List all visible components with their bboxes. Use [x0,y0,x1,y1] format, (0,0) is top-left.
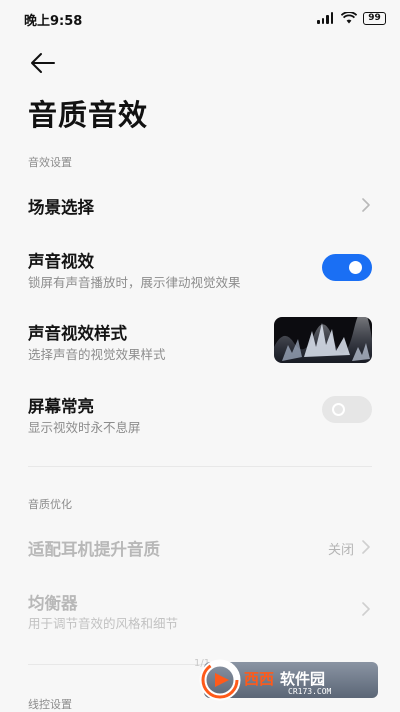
screen-on-title: 屏幕常亮 [28,397,94,416]
scene-select-row[interactable]: 场景选择 [0,180,400,232]
watermark-brand: 西西 [244,670,275,688]
sound-visual-subtitle: 锁屏有声音播放时，展示律动视觉效果 [28,275,241,290]
status-icons: 99 [317,10,386,26]
signal-icon [317,12,335,24]
wifi-icon [341,12,357,24]
visual-effect-preview-image[interactable] [274,317,372,363]
sound-visual-style-row[interactable]: 声音视效样式 选择声音的视觉效果样式 [0,312,400,372]
watermark-url: CR173.COM [288,687,332,696]
sound-visual-style-title: 声音视效样式 [28,324,127,343]
headphone-adapt-title: 适配耳机提升音质 [28,540,160,559]
headphone-adapt-value: 关闭 [327,543,354,558]
section-header-effects: 音效设置 [28,156,72,169]
headphone-adapt-row[interactable]: 适配耳机提升音质 关闭 [0,522,400,572]
section-header-quality: 音质优化 [28,498,72,511]
sound-visual-style-subtitle: 选择声音的视觉效果样式 [28,347,166,362]
screen-on-subtitle: 显示视效时永不息屏 [28,420,141,435]
battery-icon: 99 [363,11,386,25]
sound-visual-toggle[interactable] [322,254,372,281]
chevron-right-icon [362,198,370,212]
sound-visual-title: 声音视效 [28,252,94,271]
equalizer-title: 均衡器 [28,594,78,613]
equalizer-row[interactable]: 均衡器 用于调节音效的风格和细节 [0,582,400,638]
chevron-right-icon [362,602,370,616]
arrow-left-icon [31,53,55,73]
sound-visual-row[interactable]: 声音视效 锁屏有声音播放时，展示律动视觉效果 [0,240,400,300]
screen-on-row[interactable]: 屏幕常亮 显示视效时永不息屏 [0,385,400,445]
back-button[interactable] [30,52,56,74]
site-logo-icon [199,659,241,701]
page-title: 音质音效 [28,98,149,132]
status-bar: 晚上9:58 99 [0,0,400,36]
divider [28,466,372,467]
screen-on-toggle[interactable] [322,396,372,423]
watermark-name: 软件园 [280,670,326,688]
equalizer-subtitle: 用于调节音效的风格和细节 [28,616,179,631]
scene-select-title: 场景选择 [28,198,94,217]
watermark-logo: 西西 软件园 CR173.COM [196,656,382,704]
chevron-right-icon [362,540,370,554]
status-time: 晚上9:58 [24,14,83,29]
